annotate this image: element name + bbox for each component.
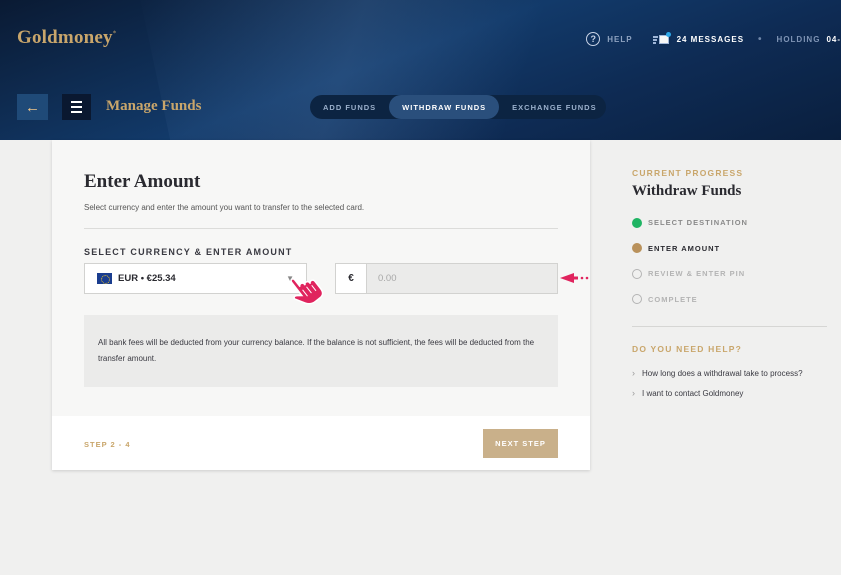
chevron-right-icon: › bbox=[632, 388, 635, 398]
tab-exchange-funds[interactable]: EXCHANGE FUNDS bbox=[499, 95, 609, 119]
menu-icon bbox=[71, 101, 82, 103]
help-link[interactable]: ? HELP bbox=[586, 32, 632, 46]
progress-steps: SELECT DESTINATION ENTER AMOUNT REVIEW &… bbox=[632, 210, 827, 312]
progress-label: CURRENT PROGRESS bbox=[632, 168, 744, 178]
next-step-button[interactable]: NEXT STEP bbox=[483, 429, 558, 458]
step-done-icon bbox=[632, 217, 642, 228]
step-label: REVIEW & ENTER PIN bbox=[648, 269, 746, 279]
help-link-withdrawal-time[interactable]: › How long does a withdrawal take to pro… bbox=[632, 368, 827, 378]
help-icon: ? bbox=[586, 32, 601, 46]
messages-icon bbox=[652, 32, 671, 45]
section-label: SELECT CURRENCY & ENTER AMOUNT bbox=[84, 247, 293, 257]
amount-input[interactable] bbox=[367, 264, 557, 293]
progress-step-select-destination: SELECT DESTINATION bbox=[632, 210, 827, 236]
holding-selector[interactable]: HOLDING 04- bbox=[777, 35, 841, 44]
holding-value: 04- bbox=[826, 34, 841, 44]
divider bbox=[632, 326, 827, 327]
step-label: COMPLETE bbox=[648, 294, 698, 304]
help-section-label: DO YOU NEED HELP? bbox=[632, 344, 742, 354]
form-title: Enter Amount bbox=[84, 171, 201, 192]
back-button[interactable]: ← bbox=[17, 94, 48, 120]
help-link-label: How long does a withdrawal take to proce… bbox=[642, 368, 803, 378]
goldmoney-logo[interactable]: Goldmoney* bbox=[17, 27, 116, 49]
progress-step-enter-amount: ENTER AMOUNT bbox=[632, 236, 827, 262]
currency-symbol: € bbox=[336, 264, 367, 293]
funds-tabs: ADD FUNDS WITHDRAW FUNDS EXCHANGE FUNDS bbox=[310, 95, 606, 119]
nav-separator: • bbox=[758, 33, 763, 45]
eu-flag-icon bbox=[97, 273, 112, 284]
tab-withdraw-funds[interactable]: WITHDRAW FUNDS bbox=[389, 95, 500, 119]
step-indicator: STEP 2 - 4 bbox=[84, 440, 131, 449]
page-title: Manage Funds bbox=[106, 98, 202, 114]
progress-panel: CURRENT PROGRESS Withdraw Funds SELECT D… bbox=[632, 168, 827, 398]
form-subtitle: Select currency and enter the amount you… bbox=[84, 203, 365, 212]
progress-step-review-pin: REVIEW & ENTER PIN bbox=[632, 261, 827, 287]
step-label: ENTER AMOUNT bbox=[648, 243, 721, 253]
menu-button[interactable] bbox=[62, 94, 91, 120]
progress-step-complete: COMPLETE bbox=[632, 287, 827, 313]
messages-link[interactable]: 24 MESSAGES bbox=[652, 32, 745, 45]
annotation-arrow-icon bbox=[560, 273, 589, 283]
help-label: HELP bbox=[607, 34, 633, 44]
header-decoration bbox=[137, 0, 603, 140]
currency-value: EUR • €25.34 bbox=[118, 273, 176, 284]
divider bbox=[84, 228, 558, 229]
top-header: Goldmoney* ? HELP 24 MESSAGES • HOLDING 0… bbox=[0, 0, 841, 140]
pointer-hand-icon bbox=[290, 278, 324, 305]
tab-add-funds[interactable]: ADD FUNDS bbox=[310, 95, 389, 119]
step-label: SELECT DESTINATION bbox=[648, 218, 748, 228]
fee-info-box: All bank fees will be deducted from your… bbox=[84, 315, 558, 387]
holding-label: HOLDING bbox=[776, 34, 821, 44]
step-todo-icon bbox=[632, 294, 642, 305]
back-arrow-icon: ← bbox=[25, 98, 40, 116]
currency-select[interactable]: EUR • €25.34 ▼ bbox=[84, 263, 307, 294]
help-link-contact[interactable]: › I want to contact Goldmoney bbox=[632, 388, 827, 398]
messages-label: 24 MESSAGES bbox=[676, 34, 745, 44]
chevron-right-icon: › bbox=[632, 368, 635, 378]
step-todo-icon bbox=[632, 268, 642, 279]
help-link-label: I want to contact Goldmoney bbox=[642, 388, 744, 398]
top-nav: ? HELP 24 MESSAGES • HOLDING 04- bbox=[586, 31, 841, 47]
amount-field[interactable]: € bbox=[335, 263, 558, 294]
fee-info-text: All bank fees will be deducted from your… bbox=[98, 338, 535, 363]
step-current-icon bbox=[632, 243, 642, 254]
progress-title: Withdraw Funds bbox=[632, 183, 742, 199]
